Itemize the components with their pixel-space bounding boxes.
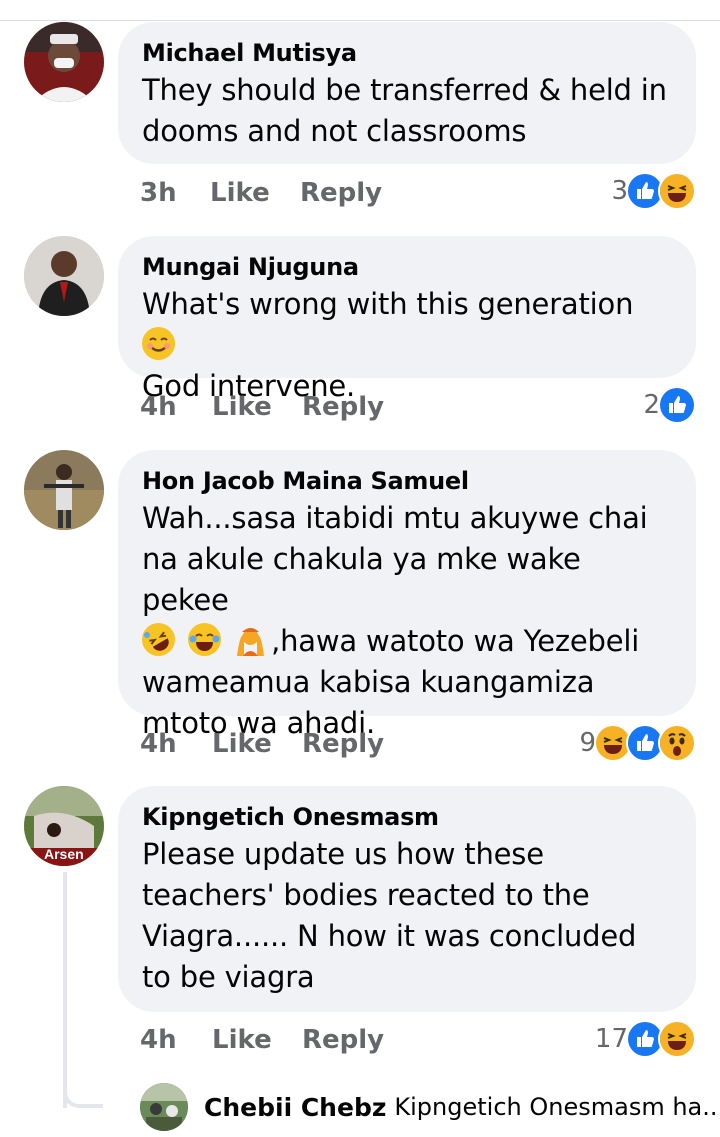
avatar[interactable] bbox=[24, 236, 104, 316]
reaction-count: 17 bbox=[594, 1024, 628, 1054]
like-button[interactable]: Like bbox=[212, 1025, 272, 1055]
comment-author[interactable]: Mungai Njuguna bbox=[142, 250, 672, 284]
reply-button[interactable]: Reply bbox=[302, 392, 384, 422]
comment-text: wameamua kabisa kuangamiza bbox=[142, 665, 595, 699]
comment-bubble: Michael Mutisya They should be transferr… bbox=[118, 22, 696, 164]
comment-time[interactable]: 4h bbox=[140, 729, 177, 759]
avatar[interactable] bbox=[24, 450, 104, 530]
comment-bubble: Hon Jacob Maina Samuel Wah...sasa itabid… bbox=[118, 450, 696, 740]
comment-time[interactable]: 3h bbox=[140, 178, 177, 208]
avatar[interactable] bbox=[140, 1083, 188, 1131]
avatar-caption: Arsen bbox=[44, 846, 84, 862]
comment-author[interactable]: Hon Jacob Maina Samuel bbox=[142, 464, 672, 498]
wow-icon bbox=[658, 724, 696, 762]
like-button[interactable]: Like bbox=[212, 729, 272, 759]
reaction-summary[interactable]: 2 bbox=[643, 386, 696, 424]
top-divider bbox=[0, 20, 720, 21]
comment-time[interactable]: 4h bbox=[140, 392, 177, 422]
haha-icon bbox=[658, 1020, 696, 1058]
comment-text: na akule chakula ya mke wake pekee bbox=[142, 542, 581, 617]
reply-button[interactable]: Reply bbox=[302, 729, 384, 759]
haha-icon bbox=[658, 172, 696, 210]
comment-text: Please update us how these teachers' bod… bbox=[142, 837, 637, 994]
avatar[interactable] bbox=[24, 22, 104, 102]
tears-of-joy-icon bbox=[188, 623, 222, 656]
reply-author[interactable]: Chebii Chebz bbox=[204, 1093, 386, 1122]
person-raising-hands-icon bbox=[234, 623, 267, 656]
comment-text: Wah...sasa itabidi mtu akuywe chai bbox=[142, 501, 648, 535]
comment-bubble: Mungai Njuguna What's wrong with this ge… bbox=[118, 236, 696, 403]
rolling-laughing-icon bbox=[142, 623, 175, 656]
comment-author[interactable]: Michael Mutisya bbox=[142, 36, 672, 70]
avatar[interactable]: Arsen bbox=[24, 786, 104, 866]
avatar-chebii-image bbox=[140, 1083, 188, 1131]
reply-text: Kipngetich Onesmasm ha... bbox=[394, 1093, 720, 1121]
reply-button[interactable]: Reply bbox=[300, 178, 382, 208]
like-button[interactable]: Like bbox=[210, 178, 270, 208]
comment-author[interactable]: Kipngetich Onesmasm bbox=[142, 800, 672, 834]
like-button[interactable]: Like bbox=[212, 392, 272, 422]
reaction-summary[interactable]: 17 bbox=[594, 1020, 696, 1058]
comment-time[interactable]: 4h bbox=[140, 1025, 177, 1055]
comment-bubble: Kipngetich Onesmasm Please update us how… bbox=[118, 786, 696, 1012]
comment-text: What's wrong with this generation bbox=[142, 287, 634, 321]
reply-button[interactable]: Reply bbox=[302, 1025, 384, 1055]
reply-thread-branch bbox=[63, 1090, 103, 1108]
comment-text: They should be transferred & held in doo… bbox=[142, 73, 667, 148]
reaction-summary[interactable]: 3 bbox=[611, 172, 696, 210]
reaction-summary[interactable]: 9 bbox=[579, 724, 696, 762]
smiling-face-icon bbox=[142, 327, 175, 360]
reply-thread-line bbox=[63, 872, 67, 1108]
like-icon bbox=[658, 386, 696, 424]
comment-text: ,hawa watoto wa Yezebeli bbox=[271, 624, 640, 658]
reply-preview[interactable]: Chebii Chebz Kipngetich Onesmasm ha... bbox=[140, 1083, 720, 1131]
avatar-mungai-image bbox=[24, 236, 104, 316]
avatar-michael-image bbox=[24, 22, 104, 102]
avatar-jacob-image bbox=[24, 450, 104, 530]
